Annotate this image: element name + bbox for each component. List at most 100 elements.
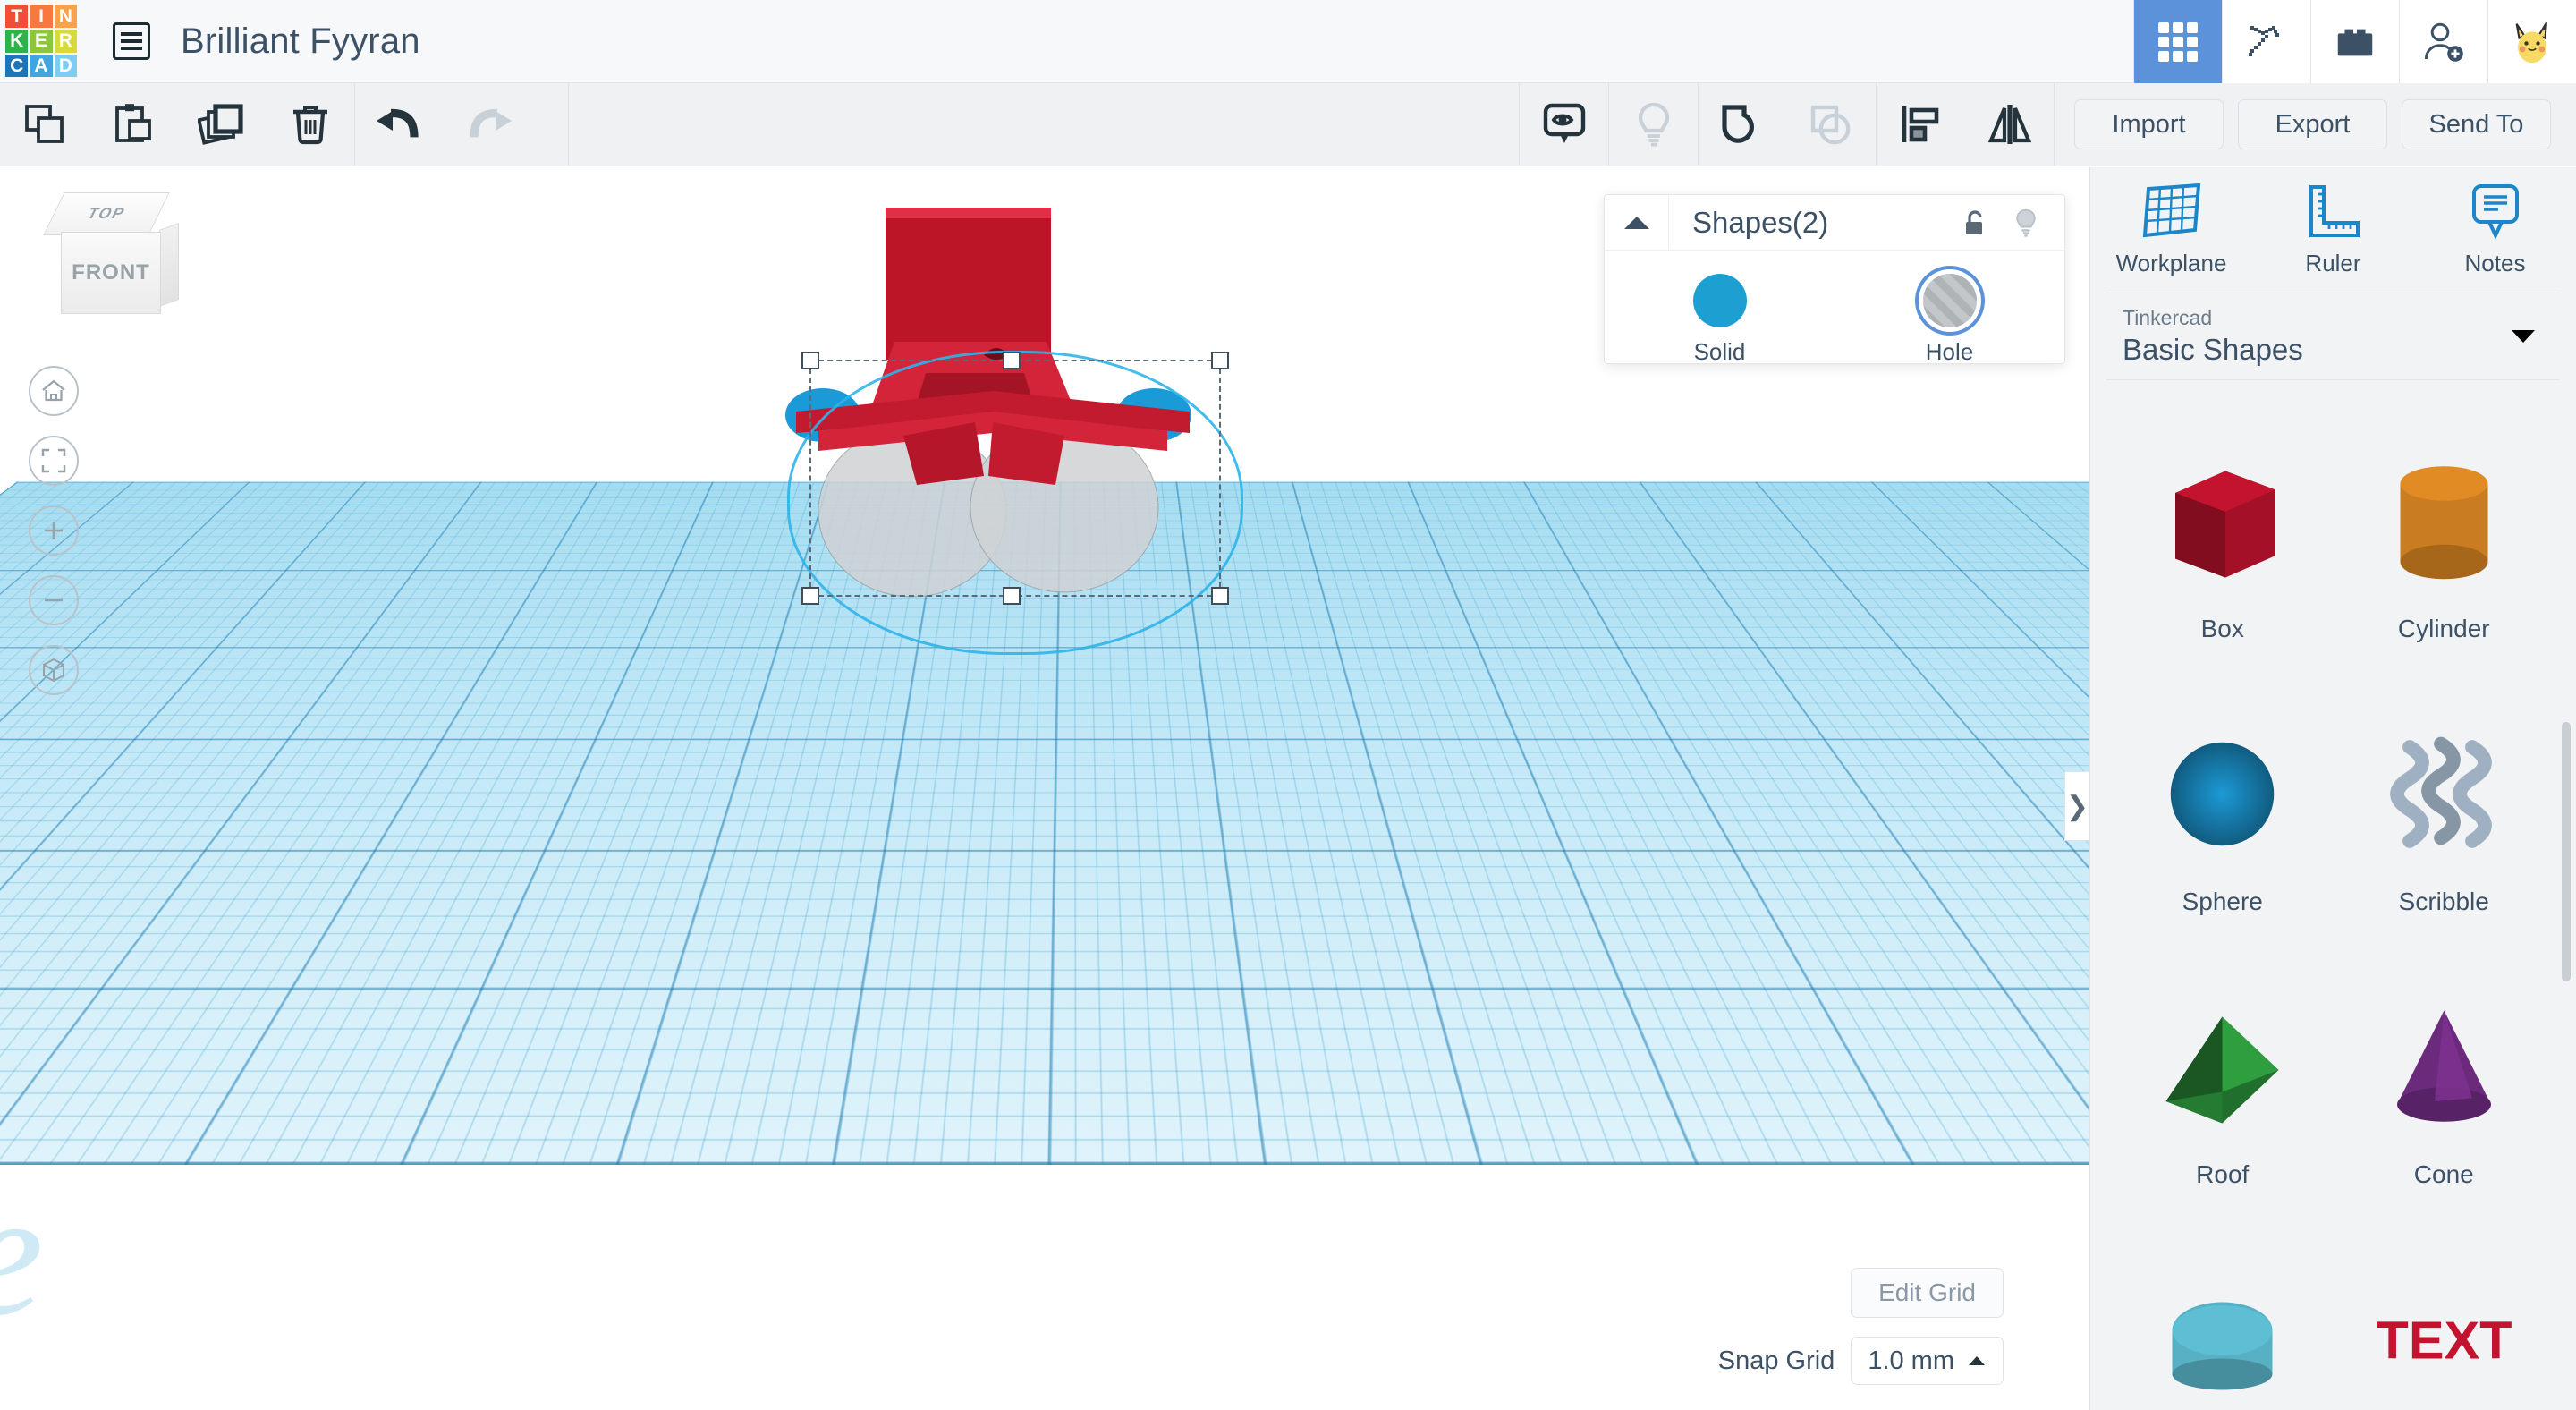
blocks-button[interactable] [2310,0,2399,83]
shape-scribble[interactable]: Scribble [2334,696,2555,969]
sidebar-scrollbar[interactable] [2562,722,2571,981]
zoom-out-button[interactable] [29,575,79,625]
export-button[interactable]: Export [2238,99,2387,149]
avatar-button[interactable] [2487,0,2576,83]
halfcylinder-thumbnail [2142,1254,2303,1410]
view-cube[interactable]: TOP FRONT [38,187,190,321]
resize-handle[interactable] [1211,587,1229,605]
user-add-icon [2420,21,2467,64]
shapes-panel-collapse-button[interactable] [1605,195,1669,251]
shape-library-select[interactable]: Tinkercad Basic Shapes [2106,293,2560,380]
shape-cone[interactable]: Cone [2334,969,2555,1242]
logo-tile-n: N [55,5,77,28]
selection-bounds[interactable] [809,360,1221,597]
3d-designs-button[interactable] [2133,0,2222,83]
workplane-tool[interactable]: Workplane [2090,182,2252,287]
viewport-nav-controls [29,366,79,695]
shape-library-grid: Box Cylinder Sphere Scribble Roof ConeTEXT [2090,411,2576,1410]
resize-handle[interactable] [801,352,819,369]
shapes-panel-title: Shapes(2) [1669,206,1948,240]
lightbulb-icon [2012,206,2039,240]
hole-option[interactable]: Hole [1835,274,2064,366]
shapes-panel-header: Shapes(2) [1605,195,2064,251]
logo-tile-d: D [55,55,77,77]
clipboard-tools [0,83,354,166]
logo-tile-r: R [55,30,77,52]
lock-toggle-button[interactable] [1948,195,2000,251]
ungroup-button[interactable] [1787,83,1876,166]
undo-button[interactable] [355,83,444,166]
toolbar-divider-2 [568,83,569,166]
panel-expand-tab[interactable]: ❯ [2064,771,2089,841]
shape-cylinder[interactable]: Cylinder [2334,423,2555,696]
file-actions: Import Export Send To [2055,83,2576,166]
zoom-in-button[interactable] [29,505,79,556]
logo-tile-a: A [30,55,52,77]
align-button[interactable] [1877,83,1965,166]
edit-grid-button[interactable]: Edit Grid [1851,1268,2004,1318]
box-thumbnail [2142,436,2303,606]
shape-roof[interactable]: Roof [2112,969,2334,1242]
paste-button[interactable] [89,83,177,166]
shapes-panel-options: SolidHole [1605,251,2064,366]
hide-button[interactable] [1609,83,1698,166]
sidebar-tools: Workplane Ruler Notes [2090,167,2576,287]
cylinder-thumbnail-icon [2366,443,2522,599]
solid-swatch-icon [1693,274,1747,327]
viewport-watermark: e [0,1151,44,1356]
delete-button[interactable] [266,83,354,166]
mirror-button[interactable] [1965,83,2054,166]
tinkercad-logo[interactable]: TINKERCAD [5,5,77,77]
shape-scribble-label: Scribble [2399,888,2489,916]
shape-library-kicker: Tinkercad [2123,306,2560,330]
solid-option[interactable]: Solid [1605,274,1835,366]
document-list-icon[interactable] [113,22,150,60]
redo-button[interactable] [444,83,532,166]
resize-handle[interactable] [1003,352,1021,369]
send-to-button[interactable]: Send To [2402,99,2551,149]
fit-view-button[interactable] [29,436,79,486]
visibility-toggle-button[interactable] [2000,195,2052,251]
grid-3x3-icon [2158,22,2198,62]
triangle-up-icon [1967,1355,1987,1367]
copy-button[interactable] [0,83,89,166]
shape-cylinder-label: Cylinder [2398,615,2490,643]
orthographic-toggle-button[interactable] [29,645,79,695]
group-button[interactable] [1699,83,1787,166]
ruler-icon [2304,182,2363,241]
import-button[interactable]: Import [2074,99,2224,149]
triangle-up-icon [1622,214,1652,232]
logo-tile-e: E [30,30,52,52]
pikachu-avatar-icon [2506,16,2558,68]
resize-handle[interactable] [1211,352,1229,369]
snap-grid-select[interactable]: 1.0 mm [1851,1337,2004,1385]
notes-button[interactable] [1520,83,1608,166]
ruler-tool[interactable]: Ruler [2252,182,2414,287]
note-eye-icon [1540,100,1589,149]
edit-toolbar: Import Export Send To [0,83,2576,166]
fit-to-screen-icon [40,447,67,474]
notes-tool[interactable]: Notes [2414,182,2576,287]
shape-text[interactable]: TEXT [2334,1242,2555,1410]
shape-roof-label: Roof [2196,1160,2249,1189]
resize-handle[interactable] [801,587,819,605]
home-view-button[interactable] [29,366,79,416]
duplicate-button[interactable] [177,83,266,166]
copy-icon [21,101,68,148]
invite-button[interactable] [2399,0,2487,83]
paste-icon [110,101,157,148]
minecraft-button[interactable] [2222,0,2310,83]
view-cube-top[interactable]: TOP [43,192,169,235]
notes-tool-label: Notes [2465,250,2526,277]
view-cube-front[interactable]: FRONT [61,232,161,314]
shape-sphere[interactable]: Sphere [2112,696,2334,969]
shape-box[interactable]: Box [2112,423,2334,696]
shape-sphere-label: Sphere [2182,888,2263,916]
shapes-inspector-panel[interactable]: Shapes(2) SolidHole [1604,194,2065,364]
shape-halfcylinder[interactable] [2112,1242,2334,1410]
workplane-tool-label: Workplane [2116,250,2227,277]
snap-grid-control: Snap Grid 1.0 mm [1718,1337,2004,1385]
view-cube-side[interactable] [159,223,179,307]
top-bar: TINKERCAD Brilliant Fyyran [0,0,2576,83]
resize-handle[interactable] [1003,587,1021,605]
